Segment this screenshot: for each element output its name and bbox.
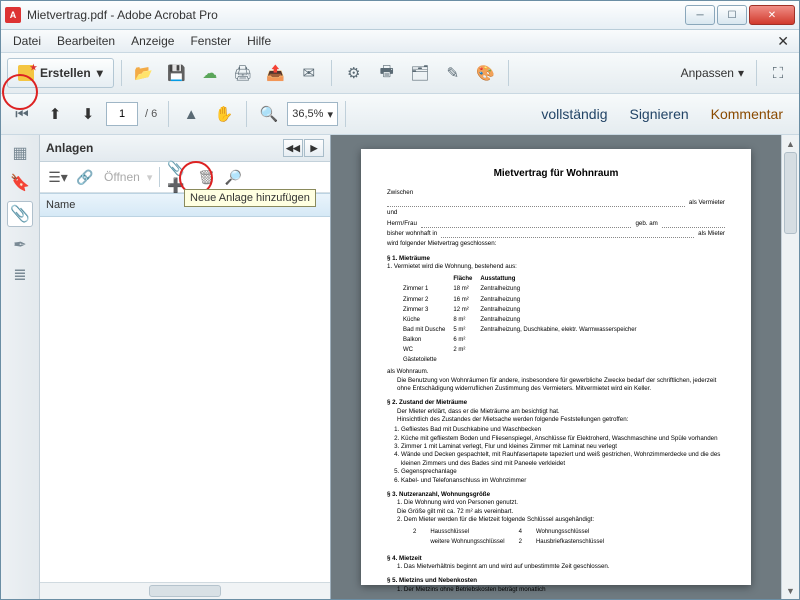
attachments-icon[interactable]: 📎 [7,201,33,227]
prev-page-button[interactable]: ⬆ [40,99,70,129]
first-page-button[interactable]: ⏮ [7,99,37,129]
attach-open-button: Öffnen [100,170,144,184]
multi-doc-button[interactable]: 🗂 [405,58,435,88]
menu-datei[interactable]: Datei [5,32,49,50]
hand-tool[interactable]: ✋ [209,99,239,129]
page-total: / 6 [145,108,157,120]
bookmarks-icon[interactable]: 🔖 [8,171,32,195]
toolbar-nav: ⏮ ⬆ ⬇ / 6 ▲ ✋ 🔍 36,5%▾ vollständig Signi… [1,94,799,135]
select-tool[interactable]: ▲ [176,99,206,129]
print-prod-button[interactable]: 🖶 [372,58,402,88]
menubar: Datei Bearbeiten Anzeige Fenster Hilfe ✕ [1,30,799,53]
document-page[interactable]: Mietvertrag für Wohnraum Zwischen als Ve… [361,149,751,585]
nav-strip: ▦ 🔖 📎 ✒ ≣ [1,135,40,599]
attach-next-button[interactable]: ▶ [304,139,324,157]
attachments-toolbar: ☰▾ 🔗 Öffnen▾ 📎➕ 🗑 🔎 Neue Anlage hinzufüg… [40,162,330,193]
attach-view-button[interactable]: ☰▾ [46,166,70,188]
create-button[interactable]: Erstellen ▾ [7,58,114,88]
attach-prev-button[interactable]: ◀◀ [283,139,303,157]
vscroll[interactable]: ▲▼ [781,135,799,599]
document-view: Mietvertrag für Wohnraum Zwischen als Ve… [331,135,799,599]
menu-bearbeiten[interactable]: Bearbeiten [49,32,123,50]
close-button[interactable]: ✕ [749,5,795,25]
attachments-panel: Anlagen ◀◀ ▶ ☰▾ 🔗 Öffnen▾ 📎➕ 🗑 🔎 Neue An… [40,135,331,599]
signatures-icon[interactable]: ✒ [8,233,32,257]
attach-list [40,217,330,582]
open-button[interactable]: 📂 [129,58,159,88]
share-button[interactable]: 📤 [261,58,291,88]
add-attachment-button[interactable]: 📎➕ [167,166,191,188]
mail-button[interactable]: ✉ [294,58,324,88]
attach-link-button: 🔗 [73,166,97,188]
toolbar-main: Erstellen ▾ 📂 💾 ☁ 🖨 📤 ✉ ⚙ 🖶 🗂 ✎ 🎨 Anpass… [1,53,799,94]
fullscreen-button[interactable]: ⛶ [763,58,793,88]
panel-kommentar[interactable]: Kommentar [701,102,793,126]
minimize-button[interactable]: ─ [685,5,715,25]
panel-vollstaendig[interactable]: vollständig [531,102,617,126]
customize-button[interactable]: Anpassen ▾ [675,66,750,80]
page-input[interactable] [106,102,138,126]
gear-icon[interactable]: ⚙ [339,58,369,88]
app-icon: A [5,7,21,23]
next-page-button[interactable]: ⬇ [73,99,103,129]
save-button[interactable]: 💾 [162,58,192,88]
delete-attachment-button: 🗑 [194,166,218,188]
maximize-button[interactable]: ☐ [717,5,747,25]
attach-hscroll[interactable] [40,582,330,599]
color-button[interactable]: 🎨 [471,58,501,88]
attachments-title: Anlagen [46,141,93,155]
menu-anzeige[interactable]: Anzeige [123,32,182,50]
window-title: Mietvertrag.pdf - Adobe Acrobat Pro [27,8,685,22]
doc-title: Mietvertrag für Wohnraum [387,167,725,181]
titlebar: A Mietvertrag.pdf - Adobe Acrobat Pro ─ … [1,1,799,30]
thumbnails-icon[interactable]: ▦ [8,141,32,165]
zoom-tool[interactable]: 🔍 [254,99,284,129]
cloud-button[interactable]: ☁ [195,58,225,88]
panel-signieren[interactable]: Signieren [619,102,698,126]
menubar-close-icon[interactable]: ✕ [771,33,795,50]
menu-hilfe[interactable]: Hilfe [239,32,279,50]
print-button[interactable]: 🖨 [228,58,258,88]
create-icon [18,65,34,81]
zoom-select[interactable]: 36,5%▾ [287,102,338,126]
layers-icon[interactable]: ≣ [8,263,32,287]
attach-search-button[interactable]: 🔎 [221,166,245,188]
edit-button[interactable]: ✎ [438,58,468,88]
menu-fenster[interactable]: Fenster [182,32,239,50]
tooltip: Neue Anlage hinzufügen [184,189,316,207]
